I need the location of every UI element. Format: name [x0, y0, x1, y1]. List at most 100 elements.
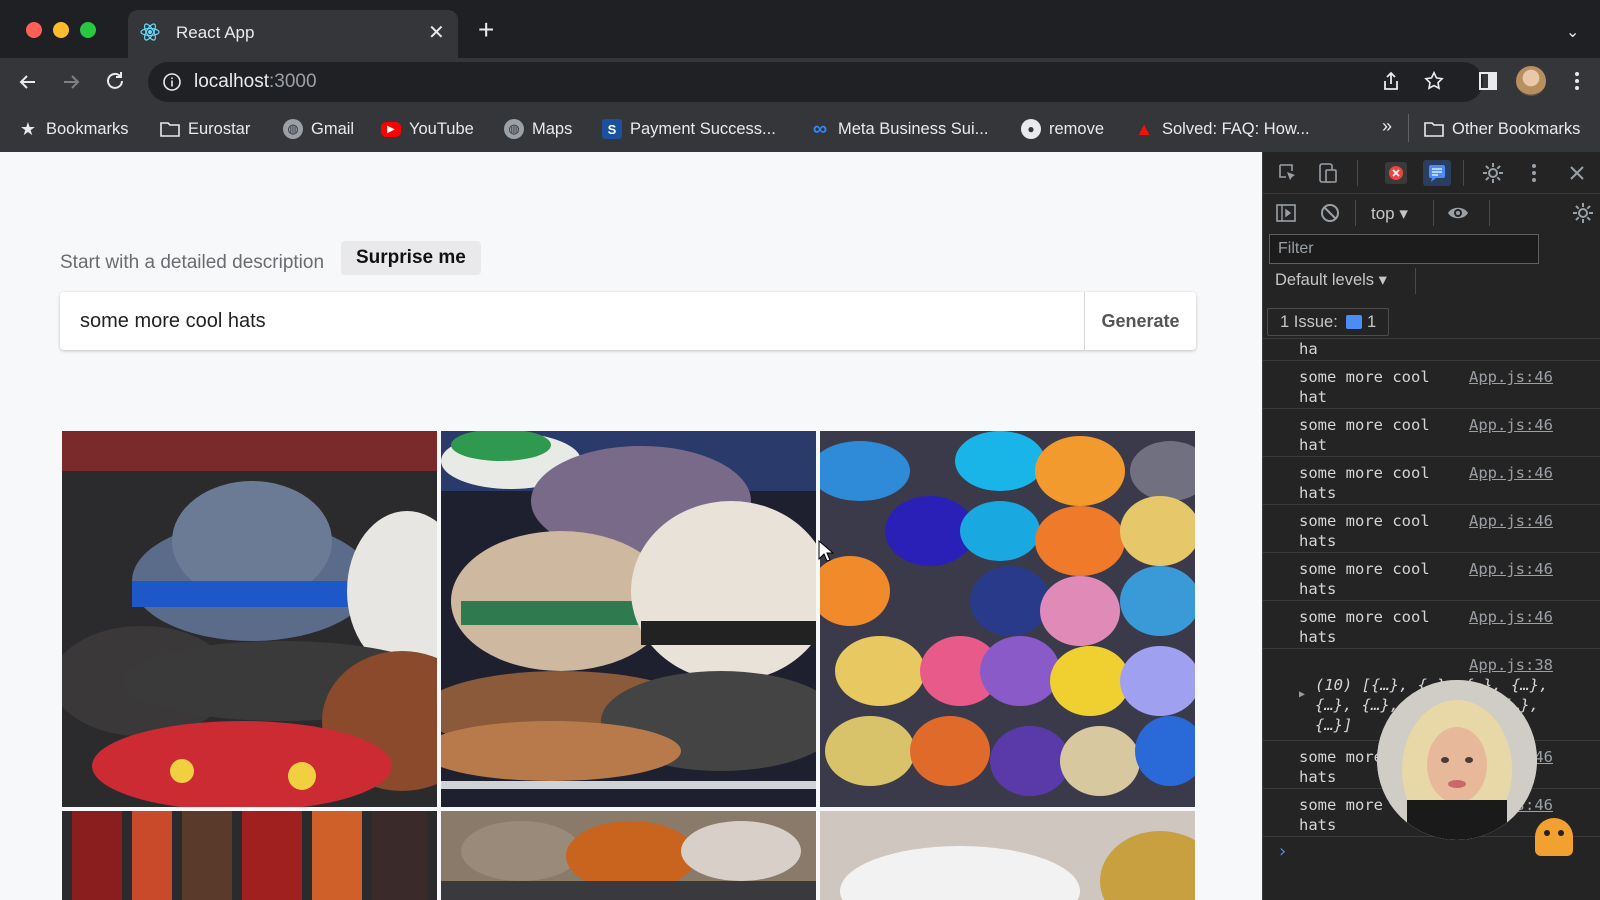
- bookmark-youtube[interactable]: ▶ YouTube: [381, 117, 474, 141]
- profile-avatar[interactable]: [1516, 66, 1546, 96]
- surprise-me-button[interactable]: Surprise me: [341, 241, 481, 275]
- bookmark-maps[interactable]: ◍ Maps: [504, 117, 572, 141]
- console-settings-icon[interactable]: [1571, 201, 1595, 225]
- source-link[interactable]: App.js:46: [1469, 511, 1553, 531]
- bookmark-remove[interactable]: ● remove: [1021, 117, 1104, 141]
- info-icon[interactable]: [162, 72, 182, 92]
- console-message: some more cool hat App.js:46: [1263, 360, 1600, 409]
- live-expression-eye-icon[interactable]: [1446, 202, 1470, 224]
- issues-badge[interactable]: [1423, 160, 1451, 186]
- share-icon[interactable]: [1380, 70, 1402, 92]
- console-message: some more cool hats App.js:46: [1263, 456, 1600, 505]
- bookmark-label: YouTube: [409, 119, 474, 138]
- issues-link[interactable]: 1 Issue: 1: [1267, 308, 1390, 336]
- log-levels-dropdown[interactable]: Default levels ▾: [1275, 270, 1387, 290]
- devtools-panel: top ▾ Filter Default levels ▾ 1 Issue: 1…: [1262, 152, 1600, 900]
- settings-gear-icon[interactable]: [1481, 161, 1505, 185]
- source-link[interactable]: App.js:46: [1469, 367, 1553, 387]
- folder-icon: [1424, 119, 1444, 139]
- console-message-text: some more cool hat: [1299, 368, 1430, 406]
- generated-image-5[interactable]: [441, 811, 816, 900]
- sidebar-toggle-icon[interactable]: [1275, 202, 1297, 224]
- generated-image-6[interactable]: [820, 811, 1195, 900]
- menu-icon[interactable]: [1566, 70, 1588, 92]
- bookmark-label: remove: [1049, 119, 1105, 138]
- bookmark-gmail[interactable]: ◍ Gmail: [283, 117, 354, 141]
- console-filter-input[interactable]: Filter: [1269, 234, 1539, 264]
- source-link[interactable]: App.js:38: [1469, 655, 1553, 675]
- bookmark-label: Maps: [532, 119, 573, 138]
- console-message: ha: [1263, 338, 1600, 361]
- devtools-separator: [1263, 193, 1600, 194]
- bookmark-bookmarks[interactable]: ★ Bookmarks: [18, 117, 129, 141]
- generated-image-4[interactable]: [62, 811, 437, 900]
- console-message: some more cool hat App.js:46: [1263, 408, 1600, 457]
- bookmarks-overflow-button[interactable]: »: [1382, 116, 1392, 137]
- forward-icon[interactable]: [60, 71, 82, 93]
- new-tab-icon[interactable]: +: [478, 16, 494, 44]
- toolbar-divider: [1357, 160, 1358, 186]
- mouse-cursor-icon: [818, 540, 834, 562]
- bookmark-solved-faq[interactable]: ▲ Solved: FAQ: How...: [1134, 117, 1310, 141]
- expand-triangle-icon[interactable]: ▶: [1299, 689, 1305, 700]
- bookmarks-divider: [1408, 114, 1409, 142]
- maximize-window-button[interactable]: [80, 22, 96, 38]
- console-message-text: some more cool hats: [1299, 464, 1430, 502]
- other-bookmarks[interactable]: Other Bookmarks: [1424, 117, 1580, 141]
- url-host: localhost: [194, 71, 269, 92]
- presenter-video: [1377, 680, 1537, 840]
- stripe-icon: S: [602, 119, 622, 139]
- bookmark-label: Solved: FAQ: How...: [1162, 119, 1310, 138]
- close-devtools-icon[interactable]: [1567, 163, 1587, 183]
- console-message: some more cool hats App.js:46: [1263, 552, 1600, 601]
- tab-title: React App: [176, 23, 255, 42]
- kebab-menu-icon[interactable]: [1527, 162, 1541, 184]
- prompt-input[interactable]: [60, 292, 1082, 350]
- context-selector[interactable]: top ▾: [1371, 204, 1408, 224]
- bookmark-label: Bookmarks: [46, 119, 129, 138]
- side-panel-icon[interactable]: [1477, 70, 1499, 92]
- page-content: Start with a detailed description Surpri…: [0, 152, 1262, 900]
- generated-image-1[interactable]: [62, 431, 437, 807]
- toolbar-divider: [1489, 200, 1490, 226]
- source-link[interactable]: App.js:46: [1469, 559, 1553, 579]
- mascot-eye: [1558, 830, 1564, 836]
- source-link[interactable]: App.js:46: [1469, 607, 1553, 627]
- meta-icon: ∞: [812, 117, 828, 140]
- clear-console-icon[interactable]: [1319, 202, 1341, 224]
- toolbar-divider: [1355, 200, 1356, 226]
- bookmark-label: Meta Business Sui...: [838, 119, 989, 138]
- console-message-text: some more cool hats: [1299, 512, 1430, 550]
- console-message-text: ha: [1299, 340, 1318, 358]
- url-port: :3000: [269, 71, 317, 92]
- console-message-text: some more cool hats: [1299, 560, 1430, 598]
- minimize-window-button[interactable]: [53, 22, 69, 38]
- generated-image-2[interactable]: [441, 431, 816, 807]
- device-toolbar-icon[interactable]: [1317, 162, 1339, 184]
- tab-close-icon[interactable]: ✕: [428, 20, 445, 45]
- generated-image-3[interactable]: [820, 431, 1195, 807]
- issues-label: 1 Issue:: [1280, 313, 1338, 331]
- inspect-element-icon[interactable]: [1277, 162, 1299, 184]
- url-text: localhost:3000: [194, 71, 317, 93]
- tab-search-icon[interactable]: ⌄: [1566, 22, 1579, 42]
- address-bar[interactable]: [148, 62, 1483, 102]
- errors-badge[interactable]: [1385, 162, 1407, 184]
- bookmark-payment-success[interactable]: S Payment Success...: [602, 117, 776, 141]
- reload-icon[interactable]: [104, 70, 126, 92]
- source-link[interactable]: App.js:46: [1469, 415, 1553, 435]
- bookmark-label: Other Bookmarks: [1452, 119, 1581, 138]
- star-icon[interactable]: [1423, 70, 1445, 92]
- source-link[interactable]: App.js:46: [1469, 463, 1553, 483]
- generate-button[interactable]: Generate: [1085, 292, 1196, 350]
- bookmark-eurostar[interactable]: Eurostar: [160, 117, 250, 141]
- close-window-button[interactable]: [26, 22, 42, 38]
- message-icon: [1429, 165, 1445, 182]
- back-icon[interactable]: [17, 71, 39, 93]
- star-icon: ★: [19, 118, 37, 139]
- adobe-icon: ▲: [1135, 118, 1153, 139]
- toolbar-divider: [1415, 268, 1416, 294]
- globe-icon: ◍: [504, 119, 524, 139]
- bookmark-meta-business[interactable]: ∞ Meta Business Sui...: [810, 117, 989, 141]
- console-message: some more cool hats App.js:46: [1263, 600, 1600, 649]
